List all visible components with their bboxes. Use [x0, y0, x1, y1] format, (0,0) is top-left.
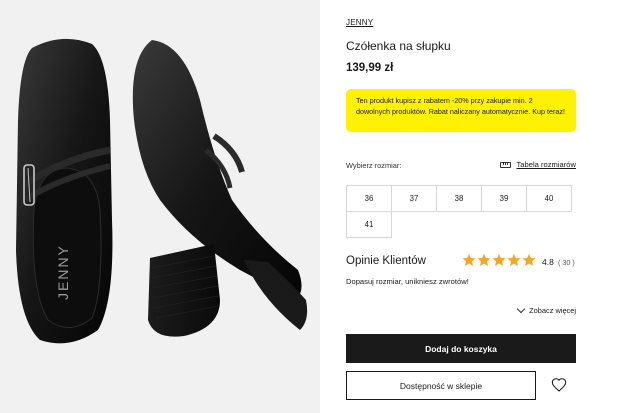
size-option-38[interactable]: 38 — [436, 185, 482, 212]
size-select-label: Wybierz rozmiar: — [346, 161, 402, 170]
reviews-title: Opinie Klientów — [346, 255, 426, 267]
chevron-down-icon — [516, 304, 526, 313]
size-chart-link[interactable]: Tabela rozmiarów — [500, 160, 576, 169]
store-availability-button[interactable]: Dostępność w sklepie — [346, 371, 536, 400]
star-icon — [462, 253, 476, 267]
size-row: 41 — [346, 211, 576, 238]
promo-text: Ten produkt kupisz z rabatem -20% przy z… — [356, 96, 565, 116]
rating-value: 4.8 — [542, 257, 554, 267]
star-icon — [492, 253, 506, 267]
size-row: 36 37 38 39 40 — [346, 185, 576, 212]
product-info: JENNY Czółenka na słupku 139,99 zł Ten p… — [346, 0, 576, 413]
size-option-37[interactable]: 37 — [391, 185, 437, 212]
insole-brand-text: JENNY — [55, 244, 71, 300]
product-name: Czółenka na słupku — [346, 39, 451, 53]
see-more-label: Zobacz więcej — [529, 306, 576, 315]
ruler-icon — [500, 161, 512, 168]
product-price: 139,99 zł — [346, 62, 394, 74]
size-option-41[interactable]: 41 — [346, 211, 392, 238]
size-option-40[interactable]: 40 — [526, 185, 572, 212]
product-image[interactable]: JENNY — [0, 0, 320, 413]
star-icon — [477, 253, 491, 267]
brand-link[interactable]: JENNY — [346, 18, 373, 27]
see-more-link[interactable]: Zobacz więcej — [516, 304, 576, 315]
star-icon — [522, 253, 536, 267]
shoe-photo: JENNY — [16, 38, 308, 344]
fit-message: Dopasuj rozmiar, unikniesz zwrotów! — [346, 277, 469, 286]
rating-count: ( 30 ) — [558, 258, 575, 267]
star-rating[interactable] — [462, 253, 536, 267]
size-option-36[interactable]: 36 — [346, 185, 392, 212]
size-chart-label: Tabela rozmiarów — [516, 160, 576, 169]
size-option-39[interactable]: 39 — [481, 185, 527, 212]
promo-banner[interactable]: Ten produkt kupisz z rabatem -20% przy z… — [346, 89, 576, 132]
heart-icon[interactable] — [551, 377, 567, 393]
star-icon — [507, 253, 521, 267]
size-grid: 36 37 38 39 40 41 — [346, 185, 576, 238]
add-to-cart-button[interactable]: Dodaj do koszyka — [346, 334, 576, 363]
